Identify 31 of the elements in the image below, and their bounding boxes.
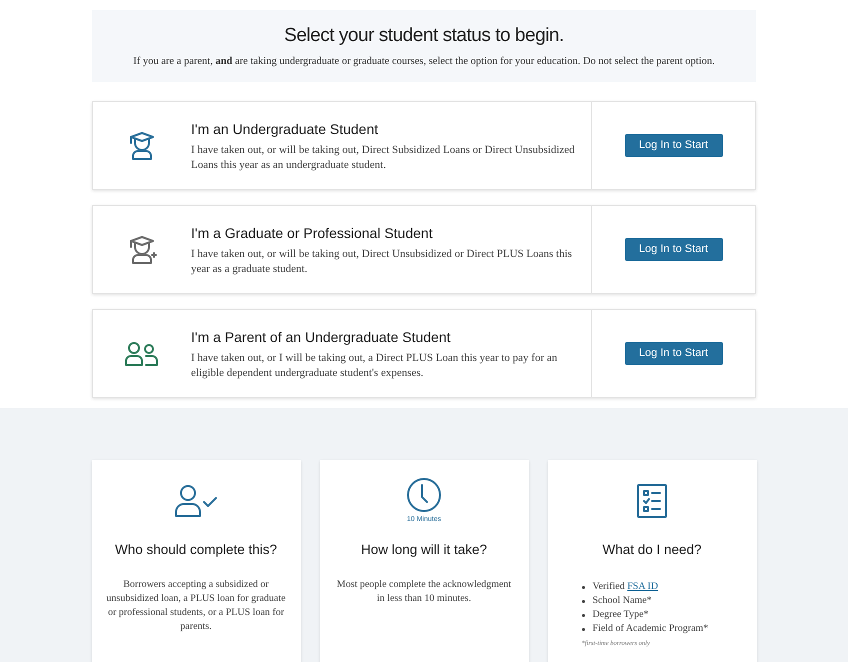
bullet-icon: [582, 628, 584, 632]
option-title: I'm a Graduate or Professional Student: [191, 224, 434, 243]
card-title: What do I need?: [602, 541, 702, 559]
bullet-icon: [582, 600, 584, 604]
card-description: Borrowers accepting a subsidized or unsubsidized loan, a PLUS loan for graduate or professional students, or a PLUS loan for parents.: [106, 578, 286, 634]
bullet-icon: [582, 586, 584, 590]
card-title: How long will it take?: [360, 541, 488, 559]
requirement-text: Verified FSA ID: [592, 580, 658, 594]
fsa-id-link[interactable]: FSA ID: [627, 581, 658, 592]
page-title: Select your student status to begin.: [284, 24, 564, 48]
log-in-button[interactable]: Log In to Start: [624, 342, 722, 365]
checklist-icon: [636, 483, 668, 519]
option-description: I have taken out, or will be taking out, Direct Unsubsidized or Direct PLUS Loans this year as a graduate student.: [191, 247, 573, 277]
card-description: Most people complete the acknowledgment in less than 10 minutes.: [336, 578, 512, 606]
option-title: I'm a Parent of an Undergraduate Student: [191, 328, 452, 347]
option-description: I have taken out, or I will be taking out, a Direct PLUS Loan this year to pay for an eligible dependent undergraduate student's expenses.: [191, 351, 558, 381]
instruction-text: If you are a parent, and are taking undergraduate or graduate courses, select the option for your education. Do not select the parent option.: [133, 55, 715, 70]
card-title: Who should complete this?: [114, 541, 278, 559]
clock-icon: [406, 476, 442, 513]
log-in-button[interactable]: Log In to Start: [624, 134, 722, 157]
requirement-text: School Name*: [592, 594, 652, 608]
student-icon: [127, 234, 157, 264]
people-icon: [124, 340, 160, 366]
person-check-icon: [174, 484, 218, 518]
requirement-text: Field of Academic Program*: [592, 622, 708, 636]
bullet-icon: [582, 614, 584, 618]
option-title: I'm an Undergraduate Student: [191, 120, 380, 139]
option-description: I have taken out, or will be taking out, Direct Subsidized Loans or Direct Unsubsidized Loans this year as an undergraduate student.: [191, 143, 576, 173]
log-in-button[interactable]: Log In to Start: [624, 238, 722, 261]
student-icon: [127, 130, 157, 160]
requirement-text: Degree Type*: [592, 608, 649, 622]
